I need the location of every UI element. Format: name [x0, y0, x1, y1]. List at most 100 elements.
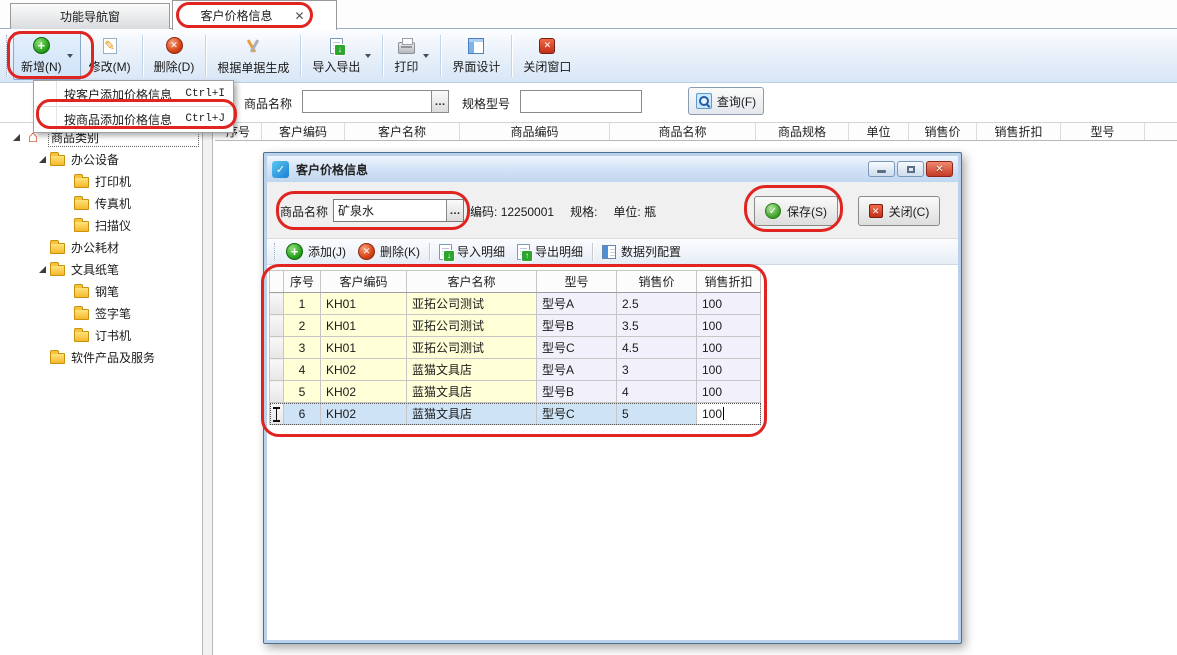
dialog-close-c-button[interactable]: 关闭(C): [858, 196, 940, 226]
cell[interactable]: 2: [284, 315, 321, 337]
cell[interactable]: 蓝猫文具店: [407, 403, 537, 425]
cell[interactable]: 型号A: [537, 293, 617, 315]
menu-item-add-price-by-customer[interactable]: 按客户添加价格信息Ctrl+I: [34, 83, 233, 105]
main-header-8[interactable]: 销售折扣: [977, 123, 1061, 140]
row-selector-cell[interactable]: [270, 315, 284, 337]
dialog-toolbar-column-config[interactable]: 数据列配置: [596, 241, 687, 262]
cell[interactable]: 亚拓公司测试: [407, 315, 537, 337]
cell[interactable]: 3.5: [617, 315, 697, 337]
dropdown-arrow-icon[interactable]: [67, 54, 73, 58]
cell[interactable]: 4: [284, 359, 321, 381]
toolbar-button-generate-from-doc[interactable]: 根据单据生成: [209, 32, 297, 80]
dialog-header-0[interactable]: 序号: [284, 271, 321, 293]
table-row[interactable]: 5KH02蓝猫文具店型号B4100: [270, 381, 761, 403]
expanded-arrow-icon[interactable]: [39, 266, 46, 273]
cell[interactable]: 5: [284, 381, 321, 403]
cell[interactable]: 型号C: [537, 403, 617, 425]
dropdown-arrow-icon[interactable]: [365, 54, 371, 58]
dialog-toolbar-export-detail[interactable]: 导出明细: [511, 241, 589, 262]
cell[interactable]: 4: [617, 381, 697, 403]
expanded-arrow-icon[interactable]: [13, 134, 20, 141]
cell[interactable]: 100: [697, 293, 761, 315]
toolbar-button-delete[interactable]: 删除(D): [146, 32, 203, 80]
cell[interactable]: KH01: [321, 293, 407, 315]
row-selector-cell[interactable]: [270, 359, 284, 381]
cell[interactable]: 3: [284, 337, 321, 359]
tree-item-office-equipment[interactable]: 办公设备: [0, 148, 201, 170]
minimize-button[interactable]: [868, 161, 895, 177]
cell[interactable]: KH01: [321, 337, 407, 359]
table-row[interactable]: 1KH01亚拓公司测试型号A2.5100: [270, 293, 761, 315]
dialog-header-2[interactable]: 客户名称: [407, 271, 537, 293]
tree-item-stapler[interactable]: 订书机: [0, 324, 201, 346]
toolbar-button-close-window[interactable]: 关闭窗口: [515, 32, 579, 80]
dialog-close-button[interactable]: ✕: [926, 161, 953, 177]
dialog-title-bar[interactable]: 客户价格信息 ✕: [267, 156, 958, 182]
toolbar-button-ui-design[interactable]: 界面设计: [444, 32, 508, 80]
toolbar-button-import-export[interactable]: 导入导出: [304, 32, 379, 80]
dialog-toolbar-delete-row[interactable]: 删除(K): [352, 241, 426, 262]
cell[interactable]: KH02: [321, 403, 407, 425]
product-name-picker-button[interactable]: …: [431, 91, 448, 112]
tree-item-printer[interactable]: 打印机: [0, 170, 201, 192]
cell[interactable]: KH01: [321, 315, 407, 337]
cell[interactable]: KH02: [321, 359, 407, 381]
main-header-9[interactable]: 型号: [1061, 123, 1145, 140]
cell[interactable]: 6: [284, 403, 321, 425]
cell[interactable]: 型号B: [537, 315, 617, 337]
dialog-toolbar-add-row[interactable]: 添加(J): [280, 241, 352, 262]
main-header-7[interactable]: 销售价: [909, 123, 977, 140]
tree-item-software-products[interactable]: 软件产品及服务: [0, 346, 201, 368]
product-name-input[interactable]: …: [302, 90, 449, 113]
table-row[interactable]: 3KH01亚拓公司测试型号C4.5100: [270, 337, 761, 359]
cell[interactable]: 5: [617, 403, 697, 425]
toolbar-button-edit[interactable]: 修改(M): [81, 32, 139, 80]
dialog-header-3[interactable]: 型号: [537, 271, 617, 293]
main-header-1[interactable]: 客户编码: [262, 123, 345, 140]
tree-item-signing-pen[interactable]: 签字笔: [0, 302, 201, 324]
tree-item-fountain-pen[interactable]: 钢笔: [0, 280, 201, 302]
tab-customer-price-info[interactable]: 客户价格信息 ✕: [172, 0, 337, 30]
toolbar-button-new[interactable]: 新增(N): [13, 32, 81, 80]
table-row[interactable]: 4KH02蓝猫文具店型号A3100: [270, 359, 761, 381]
query-button[interactable]: 查询(F): [688, 87, 764, 115]
expanded-arrow-icon[interactable]: [39, 156, 46, 163]
tab-function-nav[interactable]: 功能导航窗: [10, 3, 170, 29]
maximize-button[interactable]: [897, 161, 924, 177]
panel-splitter[interactable]: [202, 84, 213, 655]
menu-item-add-price-by-product[interactable]: 按商品添加价格信息Ctrl+J: [34, 108, 233, 130]
main-header-4[interactable]: 商品名称: [610, 123, 756, 140]
cell[interactable]: 3: [617, 359, 697, 381]
cell[interactable]: 100: [697, 337, 761, 359]
spec-model-input[interactable]: [520, 90, 642, 113]
cell[interactable]: 100: [697, 359, 761, 381]
cell[interactable]: 蓝猫文具店: [407, 359, 537, 381]
tree-item-fax-machine[interactable]: 传真机: [0, 192, 201, 214]
main-header-6[interactable]: 单位: [849, 123, 909, 140]
dialog-header-5[interactable]: 销售折扣: [697, 271, 761, 293]
tree-item-office-consumables[interactable]: 办公耗材: [0, 236, 201, 258]
row-selector-cell[interactable]: [270, 337, 284, 359]
tree-item-scanner[interactable]: 扫描仪: [0, 214, 201, 236]
cell[interactable]: 型号B: [537, 381, 617, 403]
cell[interactable]: 亚拓公司测试: [407, 293, 537, 315]
tab-close-icon[interactable]: ✕: [290, 9, 308, 23]
cell[interactable]: 蓝猫文具店: [407, 381, 537, 403]
cell[interactable]: 100: [697, 381, 761, 403]
cell[interactable]: KH02: [321, 381, 407, 403]
cell[interactable]: 4.5: [617, 337, 697, 359]
main-header-5[interactable]: 商品规格: [756, 123, 849, 140]
dialog-product-picker-button[interactable]: …: [446, 200, 463, 221]
cell[interactable]: 2.5: [617, 293, 697, 315]
cell[interactable]: 型号A: [537, 359, 617, 381]
table-row[interactable]: 6KH02蓝猫文具店型号C5100: [270, 403, 761, 425]
cell[interactable]: 1: [284, 293, 321, 315]
main-header-2[interactable]: 客户名称: [345, 123, 460, 140]
cell[interactable]: 型号C: [537, 337, 617, 359]
dialog-header-4[interactable]: 销售价: [617, 271, 697, 293]
toolbar-button-print[interactable]: 打印: [386, 32, 437, 80]
save-button[interactable]: 保存(S): [754, 196, 838, 226]
dialog-toolbar-import-detail[interactable]: 导入明细: [433, 241, 511, 262]
cell[interactable]: 100: [697, 315, 761, 337]
table-row[interactable]: 2KH01亚拓公司测试型号B3.5100: [270, 315, 761, 337]
